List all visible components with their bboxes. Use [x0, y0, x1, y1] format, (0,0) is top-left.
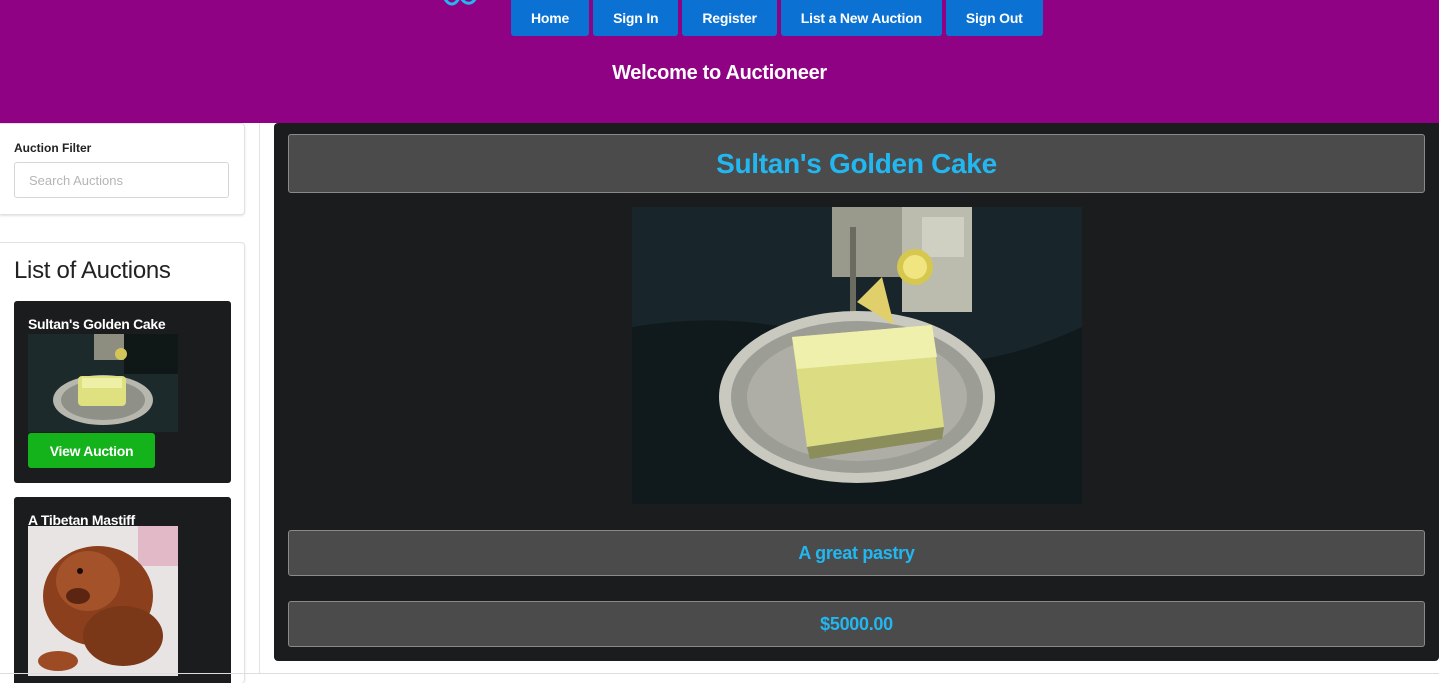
golden-cake-thumbnail[interactable] — [28, 334, 178, 432]
filter-panel: Auction Filter — [0, 123, 245, 215]
auction-title: Sultan's Golden Cake — [288, 134, 1425, 193]
welcome-heading: Welcome to Auctioneer — [612, 62, 827, 84]
header: Home Sign In Register List a New Auction… — [0, 0, 1439, 123]
view-auction-button[interactable]: View Auction — [28, 433, 155, 468]
sidebar: Auction Filter List of Auctions Sultan's… — [0, 123, 260, 683]
auction-description: A great pastry — [288, 530, 1425, 576]
auction-price: $5000.00 — [288, 601, 1425, 647]
auction-card: Sultan's Golden Cake View Auction — [14, 301, 231, 483]
nav-list-new-auction-button[interactable]: List a New Auction — [780, 0, 942, 36]
nav-register-button[interactable]: Register — [682, 0, 777, 36]
nav-sign-out-button[interactable]: Sign Out — [945, 0, 1043, 36]
auction-detail: Sultan's Golden Cake A great pastry $500… — [274, 123, 1439, 661]
nav-home-button[interactable]: Home — [511, 0, 590, 36]
nav-sign-in-button[interactable]: Sign In — [593, 0, 679, 36]
golden-cake-image — [632, 207, 1082, 504]
auction-card: A Tibetan Mastiff — [14, 497, 231, 683]
tibetan-mastiff-thumbnail[interactable] — [28, 526, 178, 676]
logo-icon — [444, 0, 477, 6]
auction-card-title: Sultan's Golden Cake — [28, 316, 166, 332]
main-nav: Home Sign In Register List a New Auction… — [511, 0, 1043, 36]
auction-list-panel: List of Auctions Sultan's Golden Cake Vi… — [0, 242, 245, 683]
auction-list-title: List of Auctions — [14, 257, 171, 284]
search-input[interactable] — [14, 162, 229, 198]
filter-label: Auction Filter — [14, 141, 92, 155]
